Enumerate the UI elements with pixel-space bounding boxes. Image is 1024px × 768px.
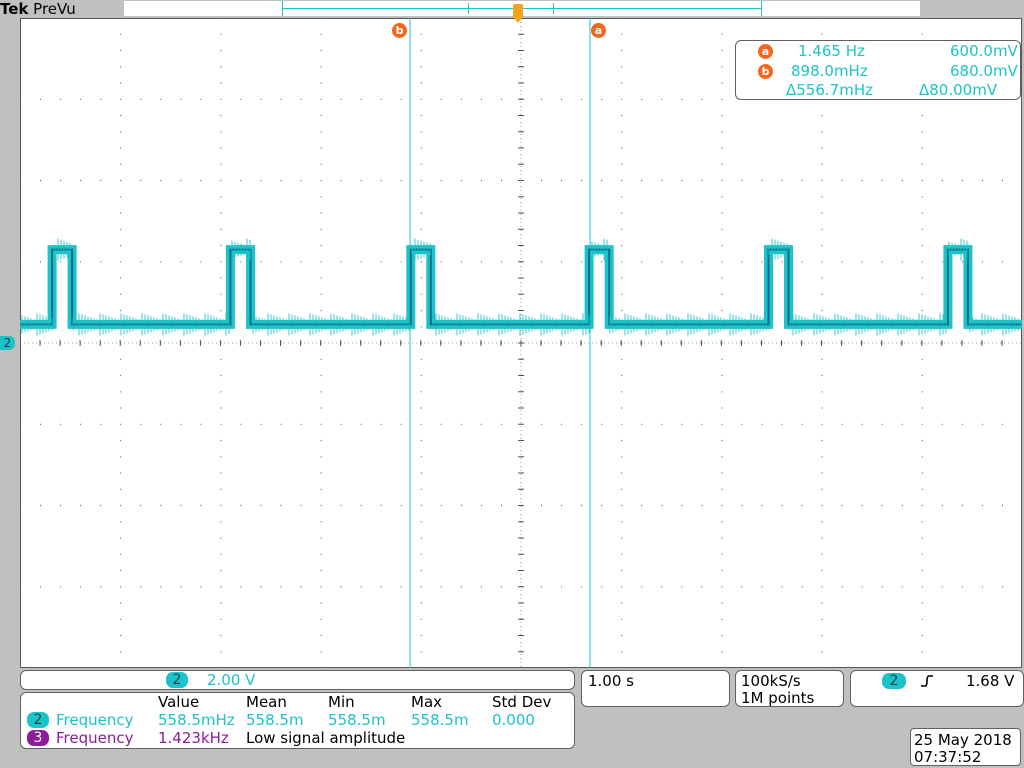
channel-2-ground-marker[interactable]: 2	[0, 336, 15, 350]
measurements-panel: Value Mean Min Max Std Dev 2 Frequency 5…	[20, 692, 575, 749]
row-ch2-max: 558.5m	[411, 711, 469, 729]
header-min: Min	[328, 693, 355, 711]
cursor-a-volt: 600.0mV	[950, 42, 1018, 60]
vertical-scale-panel[interactable]: 2 2.00 V	[20, 670, 575, 690]
row-ch3-name: Frequency	[56, 729, 134, 747]
trigger-position-icon[interactable]	[513, 4, 523, 18]
cursor-b-badge: b	[758, 64, 773, 79]
trigger-channel-badge: 2	[882, 673, 906, 689]
header-stddev: Std Dev	[492, 693, 552, 711]
row-ch2-badge: 2	[27, 712, 49, 728]
measurement-row-ch2[interactable]: 2 Frequency 558.5mHz 558.5m 558.5m 558.5…	[21, 711, 571, 729]
cursor-a-marker[interactable]: a	[591, 23, 606, 38]
row-ch3-value: 1.423kHz	[158, 729, 229, 747]
cursor-readout-panel: a 1.465 Hz 600.0mV b 898.0mHz 680.0mV Δ5…	[735, 40, 1021, 100]
record-length: 1M points	[741, 689, 815, 707]
horizontal-scale-panel[interactable]: 1.00 s	[581, 670, 730, 707]
row-ch2-min: 558.5m	[328, 711, 386, 729]
horizontal-scale-value: 1.00 s	[588, 672, 634, 690]
trigger-position-arrow	[513, 17, 523, 23]
rising-edge-icon	[921, 675, 933, 687]
vertical-channel-badge: 2	[166, 672, 188, 688]
row-ch2-value: 558.5mHz	[158, 711, 235, 729]
row-ch2-stddev: 0.000	[492, 711, 535, 729]
acquisition-panel[interactable]: 100kS/s 1M points	[735, 670, 844, 707]
cursor-delta-volt: Δ80.00mV	[919, 81, 998, 99]
date: 25 May 2018	[914, 731, 1012, 749]
acquisition-mode: PreVu	[33, 0, 76, 18]
header-mean: Mean	[246, 693, 287, 711]
cursor-a-badge: a	[758, 44, 773, 59]
cursor-b-volt: 680.0mV	[950, 62, 1018, 80]
header-max: Max	[411, 693, 443, 711]
cursor-b-freq: 898.0mHz	[791, 62, 868, 80]
trigger-level: 1.68 V	[966, 672, 1015, 690]
cursor-delta-freq: Δ556.7mHz	[786, 81, 873, 99]
header-value: Value	[158, 693, 200, 711]
record-window-tick-right	[553, 3, 554, 14]
cursor-b-marker[interactable]: b	[392, 23, 407, 38]
cursor-a-freq: 1.465 Hz	[798, 42, 865, 60]
sample-rate: 100kS/s	[741, 672, 801, 690]
time: 07:37:52	[914, 748, 982, 766]
trigger-panel[interactable]: 2 1.68 V	[850, 670, 1024, 707]
record-window-tick-left	[468, 3, 469, 14]
row-ch3-badge: 3	[27, 730, 49, 746]
brand-tek: Tek	[0, 0, 29, 18]
brand-logo: Tek PreVu	[0, 0, 76, 18]
row-ch2-name: Frequency	[56, 711, 134, 729]
row-ch3-note: Low signal amplitude	[246, 729, 406, 747]
vertical-scale-value: 2.00 V	[207, 671, 256, 689]
oscilloscope-screen: Tek PreVu 2 b a a 1.465 Hz 600.0mV b 898…	[0, 0, 1024, 768]
measurement-row-ch3[interactable]: 3 Frequency 1.423kHz Low signal amplitud…	[21, 729, 571, 747]
graticule	[20, 18, 1022, 668]
datetime-panel: 25 May 2018 07:37:52	[910, 728, 1021, 766]
row-ch2-mean: 558.5m	[246, 711, 304, 729]
